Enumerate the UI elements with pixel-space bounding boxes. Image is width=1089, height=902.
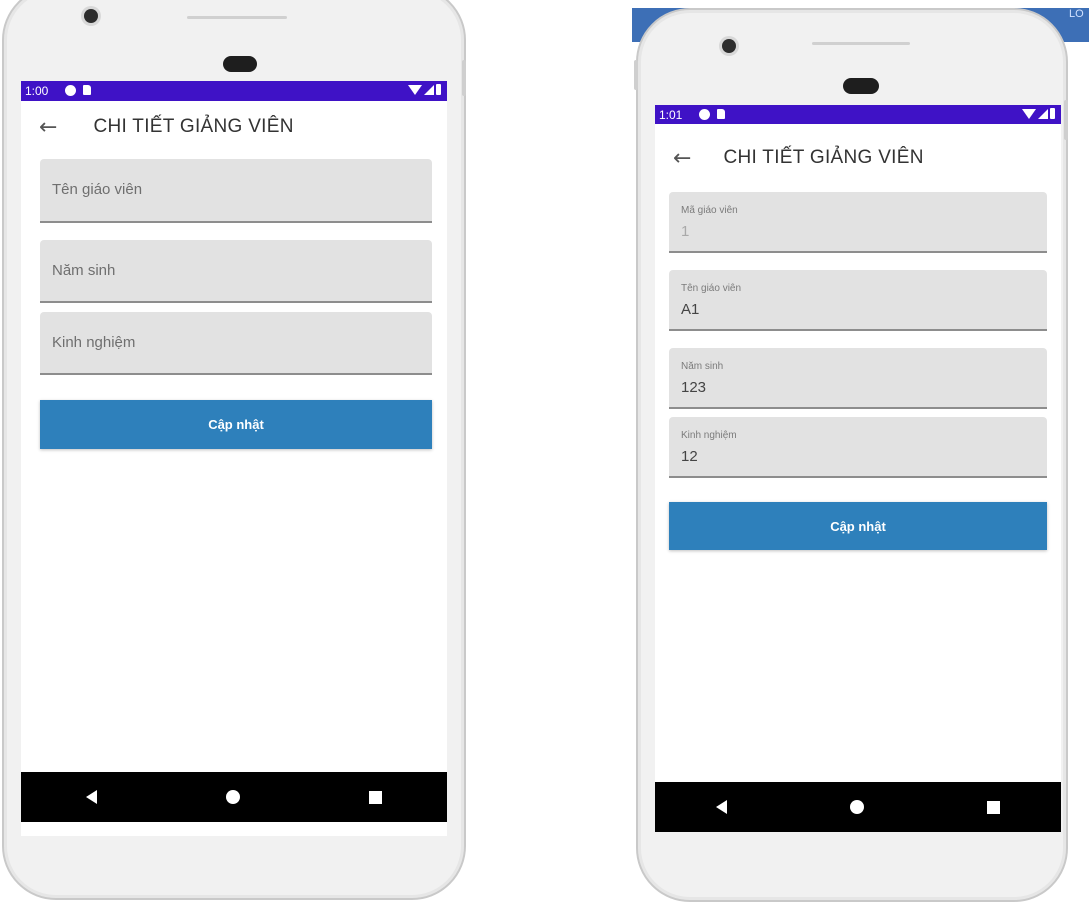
- status-bar: 1:00: [21, 81, 447, 101]
- status-notification-icon: [65, 85, 76, 96]
- right-phone-left-button: [634, 60, 638, 90]
- back-arrow-icon[interactable]: ←: [673, 146, 691, 171]
- experience-value: 12: [681, 448, 698, 465]
- battery-icon: [436, 84, 441, 95]
- nav-recents-icon[interactable]: [986, 800, 1000, 814]
- nav-back-icon[interactable]: [85, 790, 97, 804]
- left-phone-screen: 1:00 ← CHI TIẾT GIẢNG VIÊN Tên giáo viên…: [21, 81, 447, 836]
- status-bar: 1:01: [655, 105, 1061, 124]
- wifi-icon: [1022, 108, 1036, 119]
- right-phone-frame: 1:01 ← CHI TIẾT GIẢNG VIÊN Mã giáo viên …: [636, 8, 1068, 902]
- nav-back-icon[interactable]: [716, 800, 728, 814]
- page-title: CHI TIẾT GIẢNG VIÊN: [723, 147, 924, 168]
- right-phone-side-button: [1064, 100, 1068, 140]
- teacher-name-placeholder: Tên giáo viên: [52, 181, 143, 198]
- page-title: CHI TIẾT GIẢNG VIÊN: [93, 116, 294, 137]
- teacher-id-value: 1: [681, 223, 690, 240]
- left-phone-frame: 1:00 ← CHI TIẾT GIẢNG VIÊN Tên giáo viên…: [2, 0, 466, 900]
- birth-year-placeholder: Năm sinh: [52, 262, 116, 279]
- birth-year-label: Năm sinh: [681, 361, 724, 372]
- sd-card-icon: [717, 109, 725, 119]
- right-phone-screen: 1:01 ← CHI TIẾT GIẢNG VIÊN Mã giáo viên …: [655, 105, 1061, 832]
- teacher-name-label: Tên giáo viên: [681, 283, 742, 294]
- experience-field[interactable]: Kinh nghiệm: [40, 312, 432, 375]
- update-button[interactable]: Cập nhật: [40, 400, 432, 449]
- wifi-icon: [408, 84, 422, 95]
- proximity-sensor: [843, 78, 879, 94]
- teacher-name-value: A1: [681, 301, 700, 318]
- update-button[interactable]: Cập nhật: [669, 502, 1047, 550]
- earpiece: [812, 42, 910, 45]
- teacher-name-field[interactable]: Tên giáo viên: [40, 159, 432, 223]
- back-arrow-icon[interactable]: ←: [39, 115, 57, 140]
- teacher-id-field: Mã giáo viên 1: [669, 192, 1047, 253]
- status-right-icons: [408, 84, 441, 95]
- status-time: 1:00: [25, 84, 49, 98]
- status-time: 1:01: [659, 108, 683, 122]
- experience-field[interactable]: Kinh nghiệm 12: [669, 417, 1047, 478]
- system-nav-bar: [21, 772, 447, 822]
- front-camera-icon: [84, 9, 98, 23]
- battery-icon: [1050, 108, 1055, 119]
- app-bar: ← CHI TIẾT GIẢNG VIÊN: [21, 109, 447, 145]
- nav-home-icon[interactable]: [849, 800, 864, 814]
- front-camera-icon: [722, 39, 736, 53]
- app-bar: ← CHI TIẾT GIẢNG VIÊN: [655, 141, 1061, 175]
- background-window-text: LO: [1069, 8, 1084, 20]
- teacher-id-label: Mã giáo viên: [681, 205, 738, 216]
- experience-placeholder: Kinh nghiệm: [52, 334, 136, 351]
- signal-icon: [424, 84, 434, 95]
- system-nav-bar: [655, 782, 1061, 832]
- earpiece: [187, 16, 287, 19]
- teacher-name-field[interactable]: Tên giáo viên A1: [669, 270, 1047, 331]
- experience-label: Kinh nghiệm: [681, 430, 737, 441]
- birth-year-value: 123: [681, 379, 707, 396]
- sd-card-icon: [83, 85, 91, 95]
- birth-year-field[interactable]: Năm sinh 123: [669, 348, 1047, 409]
- proximity-sensor: [223, 56, 257, 72]
- left-phone-side-button: [462, 60, 466, 96]
- nav-home-icon[interactable]: [225, 790, 240, 804]
- status-notification-icon: [699, 109, 710, 120]
- signal-icon: [1038, 108, 1048, 119]
- nav-recents-icon[interactable]: [369, 790, 383, 804]
- birth-year-field[interactable]: Năm sinh: [40, 240, 432, 303]
- status-right-icons: [1022, 108, 1055, 119]
